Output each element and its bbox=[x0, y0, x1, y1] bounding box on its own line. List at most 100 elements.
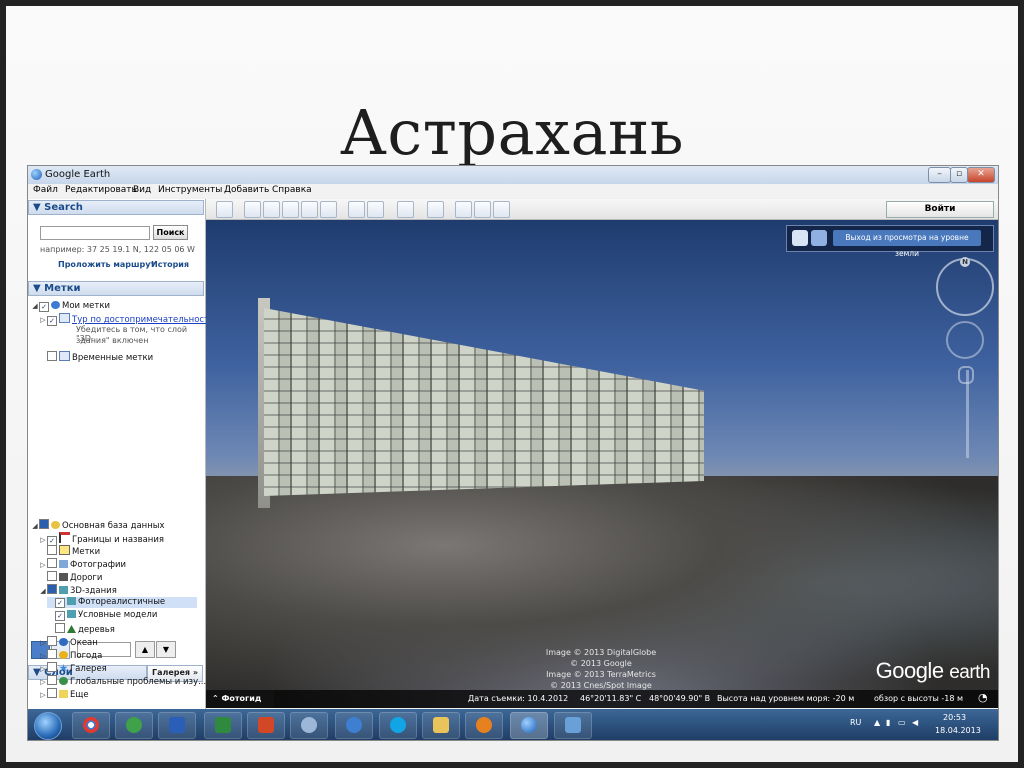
excel-icon[interactable] bbox=[204, 712, 242, 739]
planet-switch-icon[interactable] bbox=[397, 201, 414, 218]
collapse-arrow-icon[interactable]: ◢ bbox=[31, 302, 39, 310]
checkbox[interactable] bbox=[55, 623, 65, 633]
cube-icon[interactable] bbox=[811, 230, 827, 246]
directions-link[interactable]: Проложить маршрут bbox=[58, 260, 155, 269]
layer-ocean[interactable]: ▷ Океан bbox=[39, 636, 98, 648]
collapse-arrow-icon[interactable]: ◢ bbox=[39, 587, 47, 595]
chrome-icon[interactable] bbox=[72, 712, 110, 739]
menu-file[interactable]: Файл bbox=[33, 185, 58, 195]
ruler-icon[interactable] bbox=[427, 201, 444, 218]
layer-more[interactable]: ▷ Еще bbox=[39, 688, 89, 700]
sidebar-toggle-icon[interactable] bbox=[216, 201, 233, 218]
checkbox[interactable] bbox=[47, 688, 57, 698]
layer-roads[interactable]: Дороги bbox=[39, 571, 102, 583]
move-down-icon[interactable]: ▼ bbox=[156, 641, 176, 658]
checkbox[interactable] bbox=[47, 351, 57, 361]
mail-agent-icon[interactable] bbox=[115, 712, 153, 739]
paint-icon[interactable] bbox=[290, 712, 328, 739]
start-button[interactable] bbox=[34, 712, 62, 740]
tour-guide-button[interactable]: ⌃ Фотогид bbox=[206, 690, 274, 708]
layer-trees[interactable]: деревья bbox=[47, 623, 115, 635]
layer-gray-models[interactable]: ✓ Условные модели bbox=[47, 610, 157, 621]
compass-ring[interactable]: N bbox=[936, 257, 994, 316]
menu-edit[interactable]: Редактировать bbox=[65, 185, 137, 195]
word-icon[interactable] bbox=[158, 712, 196, 739]
layer-places[interactable]: Метки bbox=[39, 545, 100, 557]
menu-tools[interactable]: Инструменты bbox=[158, 185, 222, 195]
exit-ground-view-button[interactable]: Выход из просмотра на уровне земли bbox=[833, 230, 981, 258]
clock-date[interactable]: 18.04.2013 bbox=[935, 726, 981, 735]
checkbox[interactable] bbox=[47, 571, 57, 581]
print-icon[interactable] bbox=[474, 201, 491, 218]
close-button[interactable]: ✕ bbox=[967, 167, 995, 183]
view-in-maps-icon[interactable] bbox=[493, 201, 510, 218]
google-earth-task-icon[interactable] bbox=[510, 712, 548, 739]
menu-view[interactable]: Вид bbox=[133, 185, 151, 195]
checkbox[interactable]: ✓ bbox=[39, 302, 49, 312]
flag-icon bbox=[59, 532, 70, 543]
expand-arrow-icon[interactable]: ▷ bbox=[39, 316, 47, 324]
move-up-icon[interactable]: ▲ bbox=[135, 641, 155, 658]
earth-3d-view[interactable]: Выход из просмотра на уровне земли N Ima… bbox=[206, 220, 998, 708]
record-tour-icon[interactable] bbox=[320, 201, 337, 218]
menu-add[interactable]: Добавить bbox=[224, 185, 269, 195]
layer-weather[interactable]: ▷ Погода bbox=[39, 649, 102, 661]
search-button[interactable]: Поиск bbox=[153, 225, 188, 240]
email-icon[interactable] bbox=[455, 201, 472, 218]
checkbox[interactable]: ✓ bbox=[55, 611, 65, 621]
my-places-item[interactable]: ◢ ✓ Мои метки bbox=[31, 301, 110, 312]
add-placemark-icon[interactable] bbox=[244, 201, 261, 218]
layer-3d-buildings[interactable]: ◢ 3D-здания bbox=[39, 584, 117, 596]
checkbox[interactable]: ✓ bbox=[55, 598, 65, 608]
window-app-icon[interactable] bbox=[554, 712, 592, 739]
sunlight-icon[interactable] bbox=[367, 201, 384, 218]
checkbox[interactable] bbox=[39, 519, 49, 529]
add-path-icon[interactable] bbox=[282, 201, 299, 218]
layer-label: Глобальные проблемы и изу... bbox=[70, 677, 207, 687]
north-icon[interactable]: N bbox=[960, 257, 970, 267]
places-panel-header[interactable]: ▼ Метки bbox=[28, 281, 204, 296]
temporary-places-item[interactable]: Временные метки bbox=[39, 351, 153, 363]
search-panel-header[interactable]: ▼ Search bbox=[28, 200, 204, 215]
zoom-slider[interactable] bbox=[966, 370, 969, 458]
folder-icon[interactable] bbox=[422, 712, 460, 739]
person-icon[interactable] bbox=[792, 230, 808, 246]
checkbox[interactable] bbox=[47, 584, 57, 594]
network-icon[interactable]: ▮ bbox=[886, 718, 890, 727]
login-button[interactable]: Войти bbox=[886, 201, 994, 218]
language-indicator[interactable]: RU bbox=[850, 718, 861, 727]
tour-link[interactable]: Тур по достопримечательностям bbox=[72, 315, 221, 325]
add-image-overlay-icon[interactable] bbox=[301, 201, 318, 218]
layer-global-awareness[interactable]: ▷ Глобальные проблемы и изу... bbox=[39, 675, 206, 687]
tray-arrow-icon[interactable]: ▲ bbox=[874, 718, 880, 727]
clock-time[interactable]: 20:53 bbox=[943, 713, 966, 722]
layer-label: Дороги bbox=[70, 573, 103, 583]
layer-photorealistic[interactable]: ✓ Фотореалистичные bbox=[47, 597, 197, 608]
maximize-button[interactable]: ▫ bbox=[950, 167, 968, 183]
layer-photos[interactable]: ▷ Фотографии bbox=[39, 558, 126, 570]
checkbox[interactable] bbox=[47, 545, 57, 555]
checkbox[interactable] bbox=[47, 636, 57, 646]
historical-imagery-icon[interactable] bbox=[348, 201, 365, 218]
look-joystick[interactable] bbox=[946, 321, 984, 359]
checkbox[interactable] bbox=[47, 662, 57, 672]
checkbox[interactable]: ✓ bbox=[47, 316, 57, 326]
layer-gallery[interactable]: ▷ Галерея bbox=[39, 662, 107, 674]
minimize-button[interactable]: – bbox=[928, 167, 951, 183]
add-polygon-icon[interactable] bbox=[263, 201, 280, 218]
checkbox[interactable] bbox=[47, 558, 57, 568]
media-player-icon[interactable] bbox=[465, 712, 503, 739]
menu-help[interactable]: Справка bbox=[272, 185, 312, 195]
search-input[interactable] bbox=[40, 226, 150, 240]
battery-icon[interactable]: ▭ bbox=[898, 718, 906, 727]
history-link[interactable]: История bbox=[151, 260, 189, 269]
layer-primary-database[interactable]: ◢ Основная база данных bbox=[31, 519, 165, 531]
collapse-arrow-icon[interactable]: ◢ bbox=[31, 522, 39, 530]
checkbox[interactable] bbox=[47, 649, 57, 659]
search-app-icon[interactable] bbox=[335, 712, 373, 739]
powerpoint-icon[interactable] bbox=[247, 712, 285, 739]
skype-icon[interactable] bbox=[379, 712, 417, 739]
layer-borders[interactable]: ▷ ✓ Границы и названия bbox=[39, 532, 164, 546]
volume-icon[interactable]: ◀ bbox=[912, 718, 918, 727]
checkbox[interactable] bbox=[47, 675, 57, 685]
